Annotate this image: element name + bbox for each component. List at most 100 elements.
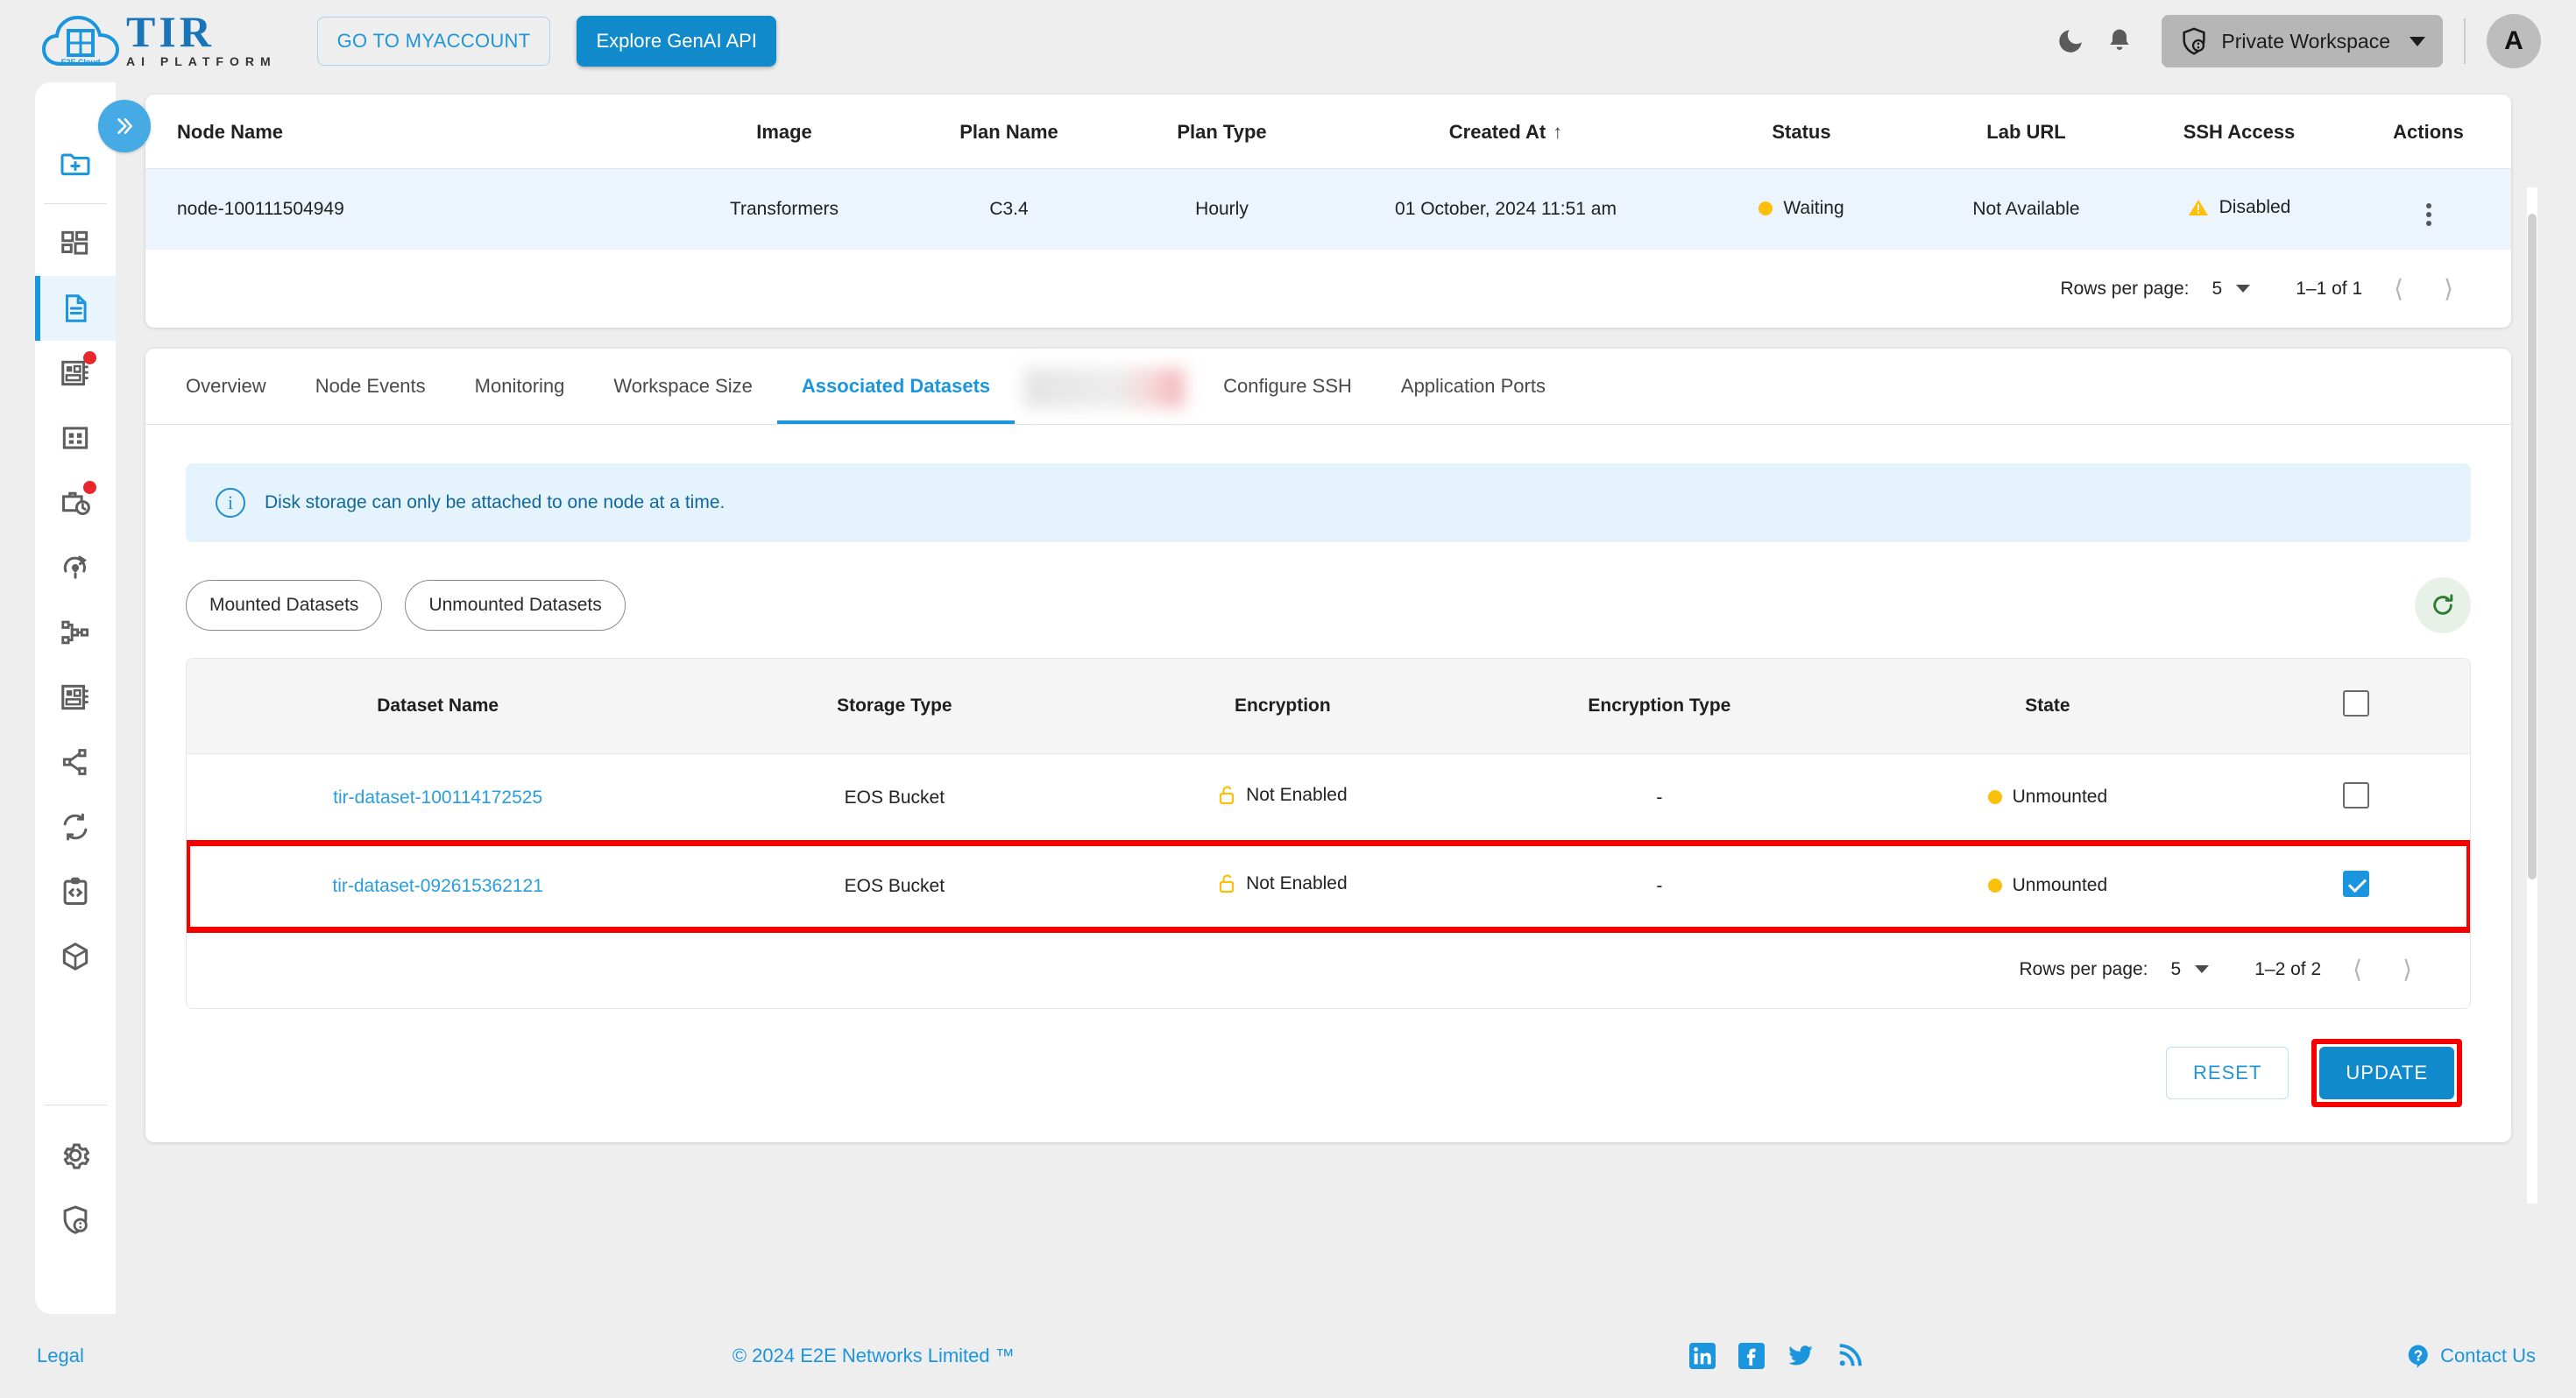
sync-icon [63, 813, 88, 841]
sidebar-divider [44, 203, 107, 204]
next-page-button[interactable]: ⟩ [2435, 274, 2462, 303]
cell-plan-name: C3.4 [902, 168, 1115, 250]
sidebar-item-code-clipboard[interactable] [35, 859, 116, 924]
col-created-at[interactable]: Created At ↑ [1328, 95, 1683, 169]
sidebar-item-jobs[interactable] [35, 470, 116, 535]
tab-application-ports[interactable]: Application Ports [1376, 349, 1570, 424]
previous-page-button[interactable]: ⟨ [2385, 274, 2412, 303]
cell-dataset-name: tir-dataset-100114172525 [187, 753, 690, 843]
col-node-name: Node Name [177, 121, 284, 143]
cell-status: Waiting [1683, 168, 1920, 250]
sidebar-collapse-toggle[interactable] [98, 100, 151, 152]
sidebar-item-sync[interactable] [35, 794, 116, 859]
linkedin-icon[interactable] [1688, 1343, 1716, 1369]
table-row[interactable]: node-100111504949 Transformers C3.4 Hour… [145, 168, 2511, 250]
col-ssh-access: SSH Access [2183, 121, 2296, 143]
dark-mode-toggle[interactable] [2046, 17, 2095, 66]
pagination-range: 1–2 of 2 [2254, 958, 2322, 979]
twitter-icon[interactable] [1787, 1343, 1814, 1369]
state-dot-icon [1987, 790, 2002, 804]
rows-per-page-label: Rows per page: [2060, 278, 2190, 299]
sidebar-item-catalog[interactable] [35, 665, 116, 730]
scrollbar-thumb[interactable] [2528, 214, 2537, 879]
tab-redacted[interactable] [1023, 368, 1191, 408]
sidebar-item-share[interactable] [35, 730, 116, 794]
facebook-icon[interactable] [1737, 1343, 1765, 1369]
contact-us-label: Contact Us [2440, 1345, 2536, 1366]
table-row[interactable]: tir-dataset-092615362121 EOS Bucket Not … [187, 839, 2470, 933]
chip-unmounted-datasets[interactable]: Unmounted Datasets [405, 580, 626, 631]
row-checkbox[interactable] [2342, 871, 2369, 897]
datasets-table: Dataset Name Storage Type Encryption Enc… [187, 659, 2470, 933]
col-image: Image [756, 121, 812, 143]
cell-storage-type: EOS Bucket [689, 753, 1100, 843]
info-circle-icon: i [216, 488, 245, 518]
avatar[interactable]: A [2487, 14, 2541, 68]
state-dot-icon [1987, 879, 2002, 893]
tab-node-events[interactable]: Node Events [291, 349, 450, 424]
tab-monitoring[interactable]: Monitoring [450, 349, 590, 424]
rows-per-page-select[interactable]: 5 [2212, 279, 2251, 300]
datasets-header-row: Dataset Name Storage Type Encryption Enc… [187, 659, 2470, 754]
copyright-text: © 2024 E2E Networks Limited ™ [732, 1345, 1015, 1366]
cell-lab-url: Not Available [1920, 168, 2133, 250]
sidebar-item-notebooks[interactable] [35, 276, 116, 341]
kebab-menu-icon[interactable] [2425, 203, 2431, 226]
row-checkbox[interactable] [2342, 782, 2369, 808]
sidebar-bottom-group [35, 1105, 116, 1314]
e2e-cloud-logo-icon: E2E Cloud [40, 10, 121, 73]
contact-us-link[interactable]: Contact Us [2405, 1343, 2536, 1369]
refresh-button[interactable] [2415, 577, 2471, 633]
tab-associated-datasets[interactable]: Associated Datasets [776, 349, 1016, 424]
sidebar-item-packages[interactable] [35, 924, 116, 989]
tab-workspace-size[interactable]: Workspace Size [589, 349, 777, 424]
workspace-selector[interactable]: Private Workspace [2162, 15, 2443, 67]
next-page-button[interactable]: ⟩ [2394, 955, 2421, 984]
header-divider [2464, 18, 2466, 64]
status-badge: Waiting [1783, 198, 1844, 218]
cell-storage-type: EOS Bucket [689, 842, 1100, 930]
sidebar-item-node-tree[interactable] [35, 600, 116, 665]
shield-security-icon [63, 1205, 88, 1234]
table-row[interactable]: tir-dataset-100114172525 EOS Bucket Not … [187, 753, 2470, 843]
bell-icon [2110, 29, 2130, 50]
cell-actions [2346, 168, 2511, 250]
chevron-double-right-icon [117, 118, 133, 134]
grid-apps-icon [62, 427, 88, 449]
col-actions: Actions [2393, 121, 2464, 143]
warning-triangle-icon [2188, 199, 2208, 215]
select-all-checkbox[interactable] [2342, 690, 2369, 717]
sidebar-item-security[interactable] [35, 1188, 116, 1253]
node-tree-icon [61, 620, 89, 645]
chip-mounted-datasets[interactable]: Mounted Datasets [186, 580, 383, 631]
sidebar-item-model-catalog[interactable] [35, 341, 116, 406]
svg-text:E2E Cloud: E2E Cloud [60, 58, 100, 67]
tab-bar: Overview Node Events Monitoring Workspac… [145, 349, 2511, 425]
dashboard-icon [61, 230, 88, 255]
rows-per-page-select[interactable]: 5 [2171, 959, 2210, 980]
legal-link[interactable]: Legal [37, 1345, 84, 1367]
update-button[interactable]: UPDATE [2319, 1047, 2454, 1099]
header-right-controls: Private Workspace A [2046, 14, 2541, 68]
rows-per-page-label: Rows per page: [2019, 958, 2148, 979]
state-badge: Unmounted [2012, 875, 2108, 895]
go-to-myaccount-button[interactable]: GO TO MYACCOUNT [316, 17, 551, 66]
main-scrollbar[interactable] [2527, 187, 2537, 1204]
dataset-name-link[interactable]: tir-dataset-100114172525 [333, 787, 542, 808]
app-logo[interactable]: E2E Cloud TIR AI PLATFORM [40, 10, 277, 73]
node-table-header-row: Node Name Image Plan Name Plan Type Crea… [145, 95, 2511, 169]
cell-row-select [2241, 842, 2470, 930]
reset-button[interactable]: RESET [2166, 1047, 2289, 1099]
notifications-button[interactable] [2095, 17, 2144, 66]
cell-ssh-access: Disabled [2133, 168, 2346, 250]
tab-configure-ssh[interactable]: Configure SSH [1199, 349, 1376, 424]
sidebar-item-pipelines[interactable] [35, 535, 116, 600]
sidebar-item-settings[interactable] [35, 1123, 116, 1188]
dataset-name-link[interactable]: tir-dataset-092615362121 [332, 876, 543, 896]
rss-icon[interactable] [1836, 1343, 1863, 1369]
previous-page-button[interactable]: ⟨ [2344, 955, 2371, 984]
sidebar-item-dashboard[interactable] [35, 211, 116, 276]
tab-overview[interactable]: Overview [161, 349, 291, 424]
sidebar-item-grid-apps[interactable] [35, 406, 116, 470]
explore-genai-api-button[interactable]: Explore GenAI API [577, 16, 776, 67]
